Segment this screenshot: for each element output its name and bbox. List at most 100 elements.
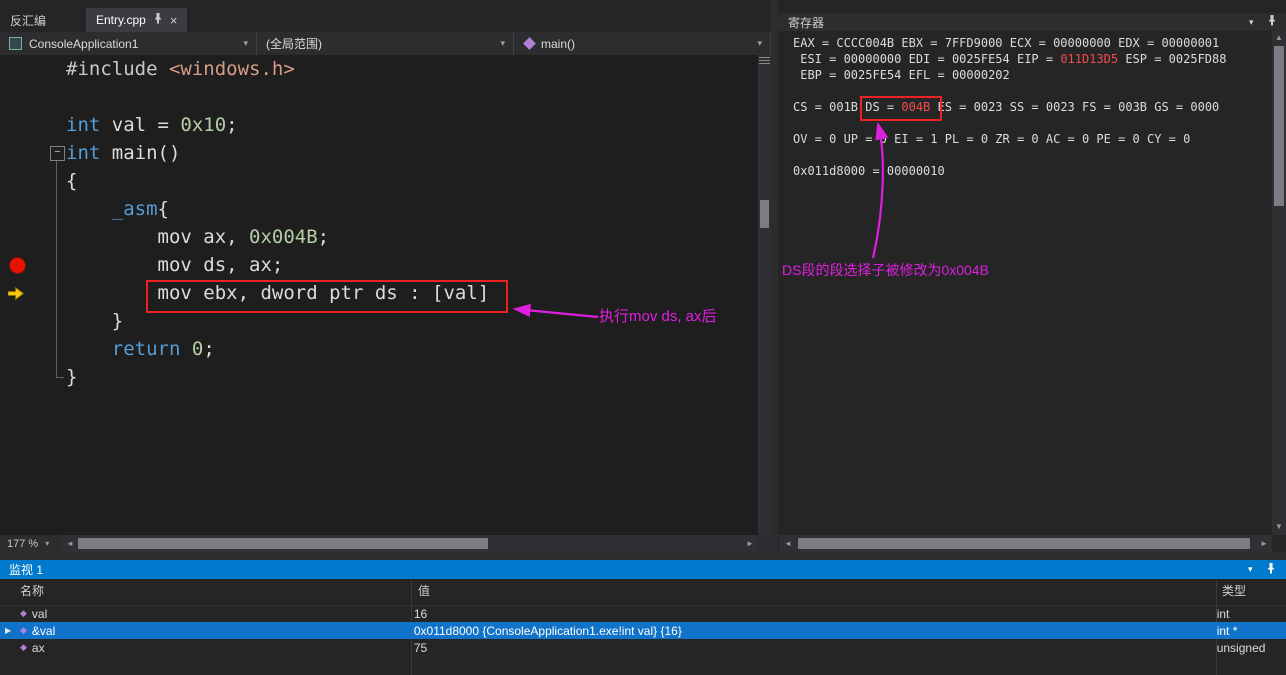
scope-dropdown-label: (全局范围): [266, 37, 322, 51]
register-line: EBP = 0025FE54 EFL = 00000202: [793, 68, 1010, 82]
annotation-code-note: 执行mov ds, ax后: [599, 308, 717, 325]
tab-disassembly-label: 反汇编: [10, 13, 47, 28]
registers-horizontal-scrollbar-thumb[interactable]: [798, 538, 1250, 549]
pin-icon[interactable]: [1267, 15, 1277, 29]
editor-vertical-scrollbar-thumb[interactable]: [760, 200, 769, 228]
register-line: ESI = 00000000 EDI = 0025FE54 EIP = 011D…: [793, 52, 1227, 66]
window-position-icon[interactable]: ▾: [1249, 17, 1254, 28]
register-line: OV = 0 UP = 0 EI = 1 PL = 0 ZR = 0 AC = …: [793, 132, 1191, 146]
watch-type-cell: int *: [1216, 623, 1238, 638]
visual-studio-window: 反汇编 Entry.cpp × ConsoleApplication1 ▾ (全…: [0, 0, 1286, 675]
register-line: EAX = CCCC004B EBX = 7FFD9000 ECX = 0000…: [793, 36, 1220, 50]
scroll-down-icon[interactable]: ▼: [1275, 523, 1283, 531]
editor-vertical-scrollbar[interactable]: [758, 55, 771, 535]
pin-icon[interactable]: [153, 13, 163, 27]
breakpoint-icon[interactable]: [9, 257, 26, 274]
watch-titlebar[interactable]: 监视 1 ▾ ×: [0, 560, 1286, 579]
registers-title: 寄存器: [788, 15, 825, 30]
code-line: #include <windows.h>: [66, 58, 295, 80]
tab-entry-label: Entry.cpp: [96, 13, 146, 27]
horizontal-splitter[interactable]: [0, 552, 1286, 560]
watch-column-headers: 名称 值 类型: [0, 579, 1286, 606]
watch-value-cell[interactable]: 16: [407, 605, 1211, 622]
watch-name-cell[interactable]: ▶ ◆ &val: [0, 622, 407, 639]
scroll-right-icon[interactable]: ►: [1260, 540, 1268, 548]
column-header-value[interactable]: 值: [418, 582, 430, 599]
register-line: [793, 147, 1226, 163]
editor-split-grip[interactable]: [759, 57, 770, 64]
chevron-down-icon: ▾: [45, 539, 50, 548]
chevron-down-icon: ▾: [243, 38, 248, 48]
code-lines: #include <windows.h> int val = 0x10; int …: [66, 55, 756, 391]
watch-value-cell[interactable]: 75: [407, 639, 1211, 656]
watch-rows: ◆ val 16 int ▶ ◆ &val 0x011d8000 {ConsoleApplic…: [0, 605, 1286, 656]
register-line: 0x011d8000 = 00000010: [793, 164, 945, 178]
fold-guide-line: [56, 161, 57, 378]
code-line: int main(): [66, 142, 181, 164]
chevron-down-icon: ▾: [500, 38, 505, 48]
watch-value-cell[interactable]: 0x011d8000 {ConsoleApplication1.exe!int …: [407, 622, 1211, 639]
code-line: mov ds, ax;: [66, 254, 284, 276]
watch-name: ax: [31, 640, 45, 655]
window-position-icon[interactable]: ▾: [1248, 564, 1253, 575]
function-dropdown[interactable]: main() ▾: [514, 32, 771, 55]
column-header-type[interactable]: 类型: [1222, 582, 1246, 599]
watch-name: &val: [31, 623, 56, 638]
scope-dropdown[interactable]: (全局范围) ▾: [257, 32, 514, 55]
register-line: [793, 83, 1226, 99]
annotation-red-box-code: [146, 280, 508, 313]
document-tabstrip: 反汇编 Entry.cpp ×: [0, 0, 771, 32]
expander-icon[interactable]: ▶: [0, 626, 19, 635]
code-line: {: [66, 170, 78, 192]
annotation-red-box-ds: [860, 96, 942, 121]
variable-icon: ◆: [20, 642, 27, 652]
watch-name-cell[interactable]: ◆ ax: [0, 639, 407, 656]
variable-icon: ◆: [20, 608, 27, 618]
project-dropdown-label: ConsoleApplication1: [29, 36, 139, 51]
code-line: mov ax, 0x004B;: [66, 226, 330, 248]
variable-icon: ◆: [20, 625, 27, 635]
registers-vertical-scrollbar-thumb[interactable]: [1274, 46, 1284, 206]
column-header-name[interactable]: 名称: [20, 582, 44, 599]
registers-titlebar[interactable]: 寄存器 ▾ ×: [778, 13, 1286, 31]
watch-type-cell: int: [1216, 606, 1230, 621]
current-statement-arrow-icon: [7, 286, 25, 305]
tab-entry-cpp[interactable]: Entry.cpp ×: [86, 8, 188, 32]
scroll-right-icon[interactable]: ►: [746, 540, 754, 548]
zoom-dropdown[interactable]: 177 % ▾: [2, 536, 54, 551]
annotation-ds-note: DS段的段选择子被修改为0x004B: [782, 262, 989, 278]
vertical-splitter[interactable]: [771, 0, 778, 552]
cpp-project-icon: [9, 37, 22, 50]
function-dropdown-label: main(): [541, 36, 576, 51]
collapse-icon[interactable]: −: [50, 146, 65, 161]
watch-name: val: [31, 606, 48, 621]
code-line: return 0;: [111, 338, 215, 360]
watch-name-cell[interactable]: ◆ val: [0, 605, 407, 622]
watch-row[interactable]: ◆ val 16 int: [0, 605, 1286, 622]
register-line: CS = 001B DS = 004B ES = 0023 SS = 0023 …: [793, 100, 1220, 114]
code-line: int val = 0x10;: [66, 114, 238, 136]
editor-horizontal-scrollbar-thumb[interactable]: [78, 538, 488, 549]
tab-disassembly[interactable]: 反汇编: [0, 8, 56, 32]
method-icon: [523, 37, 536, 50]
code-line: }: [66, 366, 78, 388]
watch-row[interactable]: ◆ ax 75 unsigned: [0, 639, 1286, 656]
watch-row[interactable]: ▶ ◆ &val 0x011d8000 {ConsoleApplication1.ex…: [0, 622, 1286, 639]
scroll-up-icon[interactable]: ▲: [1275, 34, 1283, 42]
scroll-left-icon[interactable]: ◄: [66, 540, 74, 548]
navigation-bar: ConsoleApplication1 ▾ (全局范围) ▾ main() ▾: [0, 32, 771, 56]
registers-content: EAX = CCCC004B EBX = 7FFD9000 ECX = 0000…: [793, 35, 1226, 179]
chevron-down-icon: ▾: [757, 38, 762, 48]
pin-icon[interactable]: [1266, 562, 1276, 577]
project-dropdown[interactable]: ConsoleApplication1 ▾: [0, 32, 257, 55]
fold-guide-corner: [56, 377, 64, 378]
register-line: [793, 115, 1226, 131]
scroll-left-icon[interactable]: ◄: [784, 540, 792, 548]
code-line: _asm{: [111, 198, 169, 220]
zoom-level-label: 177 %: [7, 537, 39, 550]
watch-title: 监视 1: [9, 563, 44, 577]
watch-type-cell: unsigned: [1216, 640, 1266, 655]
editor-gutter[interactable]: [0, 55, 30, 535]
close-icon[interactable]: ×: [170, 14, 178, 27]
